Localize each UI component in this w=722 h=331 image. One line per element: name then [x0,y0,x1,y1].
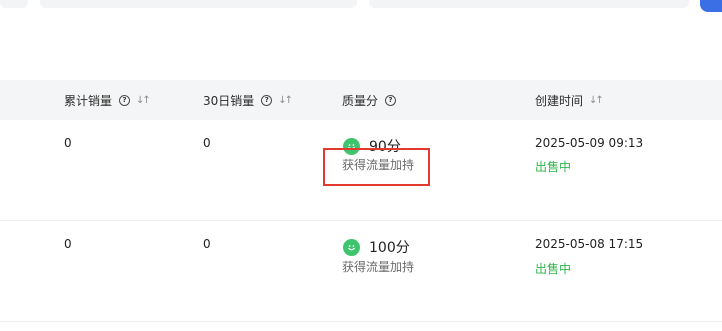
primary-button[interactable] [700,0,722,12]
quality-score-value: 100分 [369,240,410,256]
highlight-box [323,148,430,186]
column-header-label: 30日销量 [203,93,255,108]
filter-control[interactable] [369,0,689,8]
cumulative-sales-value: 0 [64,136,72,150]
filter-control[interactable] [40,0,357,8]
created-time-value: 2025-05-08 17:15 [535,237,644,251]
column-header-cumulative-sales[interactable]: 累计销量 ? ↓↑ [64,80,151,120]
created-time-value: 2025-05-09 09:13 [535,136,644,150]
table-row: 0 0 100分 获得流量加持 2025-05-08 17:15 出售中 [0,221,722,322]
status-badge: 出售中 [535,262,572,276]
column-header-quality-score: 质量分 ? [342,80,397,120]
cumulative-sales-value: 0 [64,237,72,251]
quality-score: 100分 [343,237,410,257]
table-header: 累计销量 ? ↓↑ 30日销量 ? ↓↑ 质量分 ? 创建时间 ↓↑ [0,80,722,120]
sort-arrows-icon[interactable]: ↓↑ [589,95,604,106]
quality-note: 获得流量加持 [342,260,415,274]
filter-control[interactable] [0,0,28,8]
status-badge: 出售中 [535,160,572,174]
column-header-created-time[interactable]: 创建时间 ↓↑ [535,80,604,120]
product-list-page: 累计销量 ? ↓↑ 30日销量 ? ↓↑ 质量分 ? 创建时间 ↓↑ 0 0 9… [0,0,722,331]
column-header-30d-sales[interactable]: 30日销量 ? ↓↑ [203,80,293,120]
30d-sales-value: 0 [203,136,211,150]
sort-arrows-icon[interactable]: ↓↑ [136,95,151,106]
30d-sales-value: 0 [203,237,211,251]
question-circle-icon[interactable]: ? [261,94,273,106]
question-circle-icon[interactable]: ? [385,94,397,106]
column-header-label: 累计销量 [64,93,113,108]
column-header-label: 创建时间 [535,93,584,108]
column-header-label: 质量分 [342,93,379,108]
smiley-icon [343,238,360,256]
question-circle-icon[interactable]: ? [119,94,131,106]
sort-arrows-icon[interactable]: ↓↑ [278,95,293,106]
